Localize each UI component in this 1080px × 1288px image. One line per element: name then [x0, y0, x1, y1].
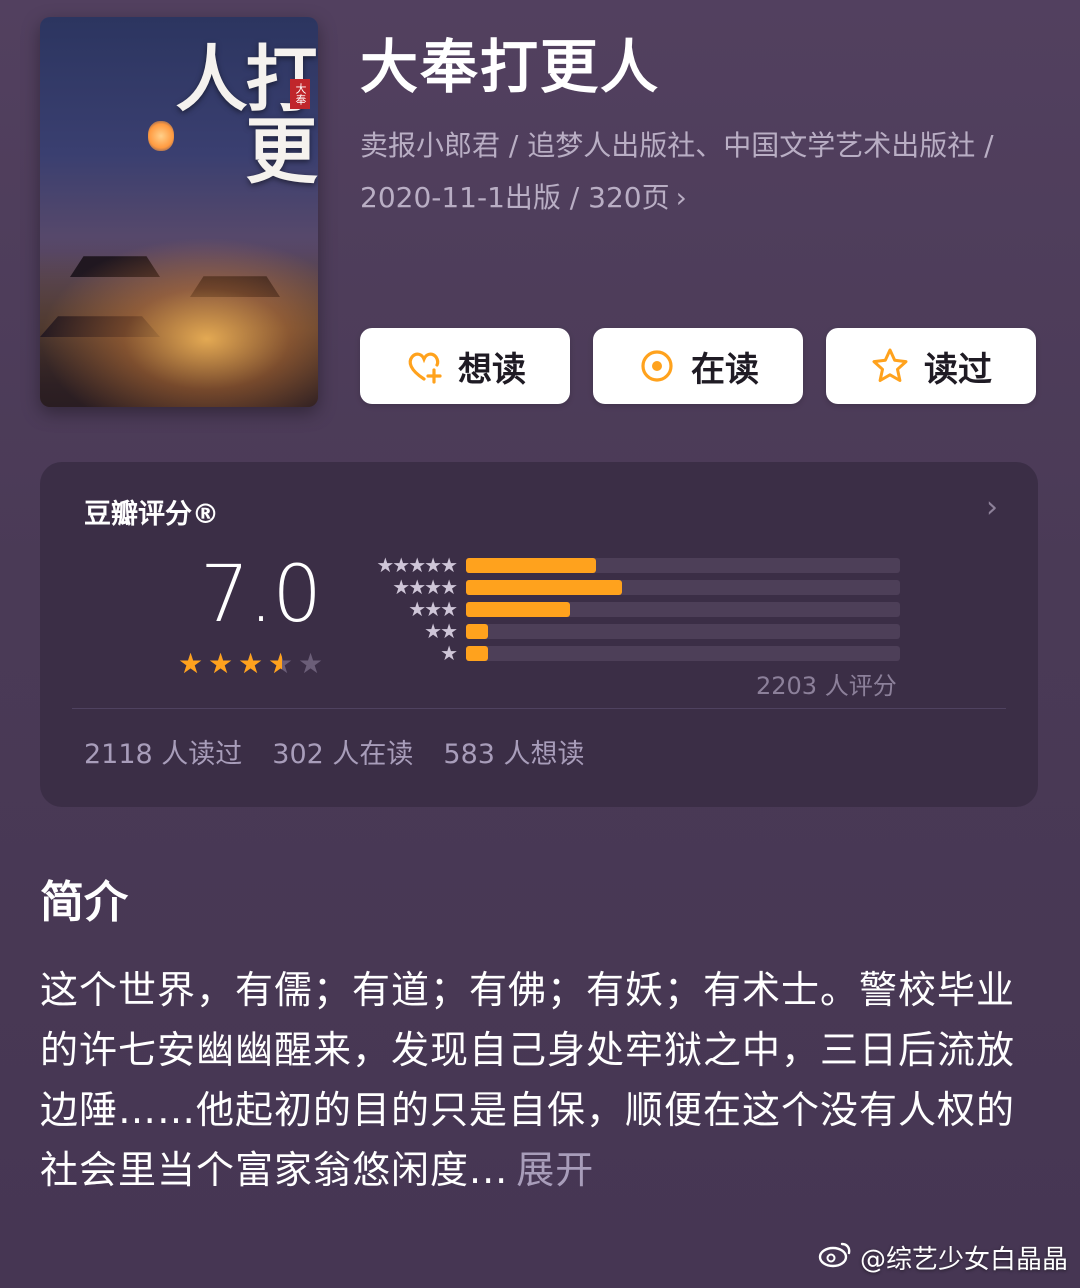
rating-bar-stars: ★	[440, 641, 458, 665]
rating-bar-track	[466, 558, 900, 573]
book-cover[interactable]: 打更人 大奉	[40, 17, 318, 407]
rating-bar-fill	[466, 602, 571, 617]
rating-bar-stars: ★★★	[408, 597, 458, 621]
rating-bar-row: ★★★★	[356, 576, 916, 598]
rating-bar-track	[466, 646, 900, 661]
action-buttons: 想读 在读 读过	[360, 328, 1036, 404]
have-read-label: 读过	[924, 349, 992, 390]
rating-star-icon: ★★	[178, 647, 204, 680]
rating-card[interactable]: 豆瓣评分® › 7.0 ★★★★★★★★★★ ★★★★★★★★★★★★★★★ 2…	[40, 462, 1038, 807]
rating-bar-fill	[466, 624, 488, 639]
rating-star-icon: ★★	[268, 647, 294, 680]
book-title: 大奉打更人	[360, 33, 661, 101]
rating-total: 2203 人评分	[756, 672, 897, 700]
rating-bar-fill	[466, 580, 623, 595]
cover-lantern	[148, 121, 174, 151]
chevron-right-icon: ›	[675, 181, 687, 214]
watermark: @综艺少女白晶晶	[818, 1239, 1068, 1276]
weibo-icon	[818, 1240, 852, 1275]
book-meta-link[interactable]: 卖报小郎君 / 追梦人出版社、中国文学艺术出版社 / 2020-11-1出版 /…	[360, 120, 1020, 224]
chevron-right-icon[interactable]: ›	[986, 490, 998, 525]
cover-city-lights	[40, 237, 318, 407]
rating-bar-row: ★★	[356, 620, 916, 642]
cover-title-art: 打更人	[163, 41, 318, 185]
rating-bar-row: ★	[356, 642, 916, 664]
rating-score: 7.0	[200, 550, 322, 640]
rating-bar-track	[466, 580, 900, 595]
reading-label: 在读	[691, 349, 759, 390]
reading-count[interactable]: 302 人在读	[272, 732, 413, 771]
rating-bar-row: ★★★	[356, 598, 916, 620]
want-to-read-button[interactable]: 想读	[360, 328, 570, 404]
heart-plus-icon	[404, 346, 444, 386]
cover-small-text	[68, 47, 128, 167]
intro-text: 这个世界，有儒；有道；有佛；有妖；有术士。警校毕业的许七安幽幽醒来，发现自己身处…	[40, 960, 1030, 1200]
reading-button[interactable]: 在读	[593, 328, 803, 404]
want-count[interactable]: 583 人想读	[443, 732, 584, 771]
rating-bar-fill	[466, 558, 597, 573]
rating-bar-stars: ★★	[424, 619, 458, 643]
watermark-text: @综艺少女白晶晶	[859, 1245, 1068, 1275]
rating-bar-row: ★★★★★	[356, 554, 916, 576]
rating-bar-track	[466, 602, 900, 617]
star-outline-icon	[870, 346, 910, 386]
rating-bar-track	[466, 624, 900, 639]
rating-star-icon: ★★	[208, 647, 234, 680]
rating-bar-fill	[466, 646, 488, 661]
rating-star-icon: ★★	[298, 647, 324, 680]
rating-label: 豆瓣评分®	[84, 499, 219, 530]
target-circle-icon	[637, 346, 677, 386]
rating-stars: ★★★★★★★★★★	[178, 650, 326, 678]
cover-seal: 大奉	[290, 79, 310, 109]
rating-bar-stars: ★★★★★	[376, 553, 458, 577]
rating-bar-stars: ★★★★	[392, 575, 458, 599]
reader-counts: 2118 人读过 302 人在读 583 人想读	[84, 732, 585, 771]
read-count[interactable]: 2118 人读过	[84, 732, 242, 771]
rating-star-icon: ★★	[238, 647, 264, 680]
have-read-button[interactable]: 读过	[826, 328, 1036, 404]
rating-distribution: ★★★★★ ★★★★ ★★★ ★★ ★	[356, 554, 916, 664]
want-to-read-label: 想读	[458, 349, 526, 390]
intro-title: 简介	[40, 877, 128, 928]
expand-link[interactable]: 展开	[516, 1148, 594, 1192]
divider	[72, 708, 1006, 709]
